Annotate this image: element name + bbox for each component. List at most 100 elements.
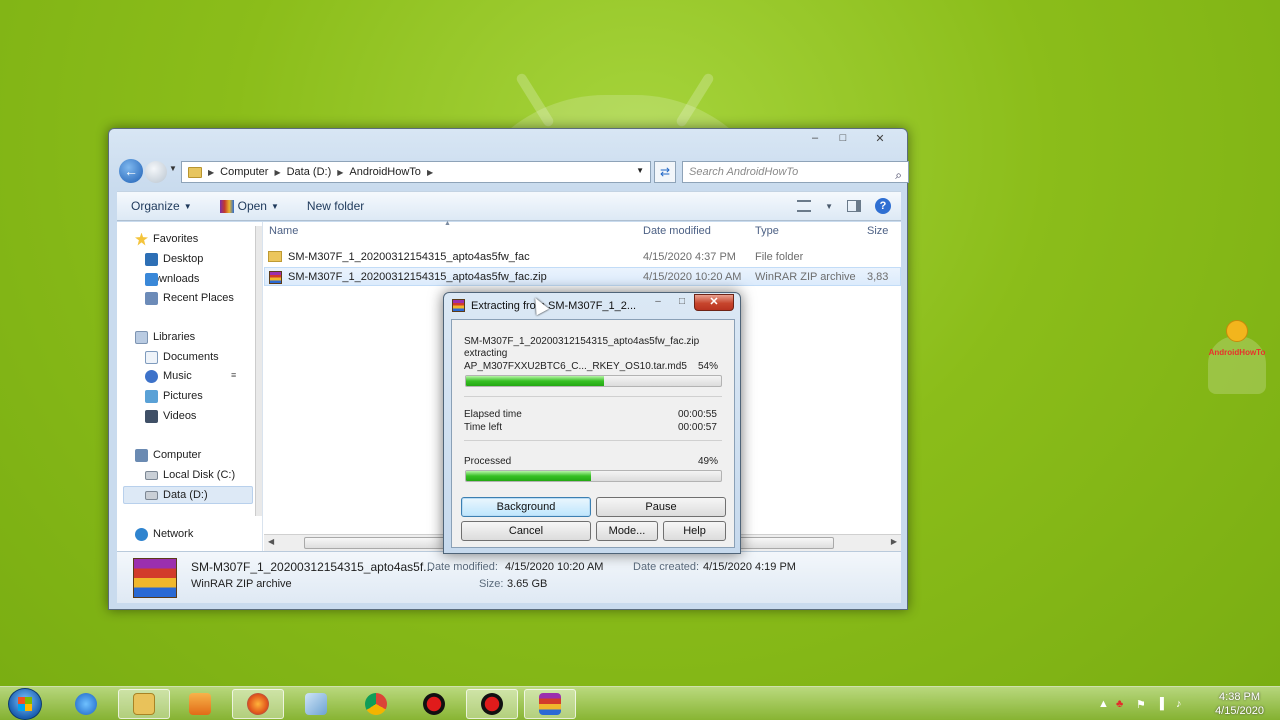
background-button[interactable]: Background (461, 497, 591, 517)
processed-percent: 49% (698, 456, 719, 467)
dialog-body: SM-M307F_1_20200312154315_apto4as5fw_fac… (451, 319, 735, 548)
separator (464, 440, 722, 441)
network-icon[interactable]: ▐ (1156, 698, 1164, 710)
chevron-down-icon[interactable]: ▼ (825, 202, 833, 211)
collapse-arrow-icon[interactable]: ≡ (231, 370, 236, 380)
details-date-created: 4/15/2020 4:19 PM (703, 561, 796, 573)
volume-icon[interactable]: ♪ (1176, 698, 1182, 710)
sidebar-item-music[interactable]: Music (145, 367, 192, 385)
sidebar-item-computer[interactable]: Computer (135, 446, 201, 464)
file-type: WinRAR ZIP archive (755, 271, 856, 283)
action-center-icon[interactable]: ⚑ (1136, 698, 1146, 711)
start-button[interactable] (8, 688, 42, 720)
organize-button[interactable]: Organize ▼ (117, 199, 206, 213)
open-button[interactable]: Open ▼ (206, 199, 293, 213)
navigation-scrollbar[interactable] (255, 226, 262, 516)
sidebar-item-network[interactable]: Network (135, 525, 193, 543)
sidebar-item-documents[interactable]: Documents (145, 348, 219, 366)
internet-explorer-button[interactable] (60, 689, 112, 719)
recorder-2-button[interactable] (466, 689, 518, 719)
notepad-button[interactable] (290, 689, 342, 719)
address-bar[interactable]: ▶ Computer ▶ Data (D:) ▶ AndroidHowTo ▶ … (181, 161, 651, 183)
change-view-icon[interactable] (797, 200, 812, 212)
scroll-left-icon[interactable]: ◀ (268, 537, 274, 546)
view-controls: ▼ ? (797, 198, 901, 214)
sidebar-item-recent-places[interactable]: Recent Places (145, 289, 234, 307)
address-row: ← ▼ ▶ Computer ▶ Data (D:) ▶ AndroidHowT… (117, 159, 909, 185)
sidebar-item-local-disk[interactable]: Local Disk (C:) (145, 466, 235, 484)
breadcrumb-computer[interactable]: Computer (220, 166, 268, 178)
winrar-icon (539, 693, 561, 715)
sidebar-item-desktop[interactable]: Desktop (145, 250, 203, 268)
breadcrumb-androidhowto[interactable]: AndroidHowTo (349, 166, 421, 178)
scroll-right-icon[interactable]: ▶ (891, 537, 897, 546)
sidebar-label: Favorites (153, 233, 199, 245)
sort-arrow-icon: ▲ (444, 220, 451, 227)
taskbar: ▲ ♣ ⚑ ▐ ♪ 4:38 PM 4/15/2020 (0, 686, 1280, 720)
refresh-button[interactable]: ⇄ (654, 161, 676, 183)
file-row-selected[interactable]: SM-M307F_1_20200312154315_apto4as5fw_fac… (264, 267, 901, 286)
firefox-icon (247, 693, 269, 715)
mode-button[interactable]: Mode... (596, 521, 658, 541)
column-header-name[interactable]: Name (269, 225, 298, 241)
preview-pane-icon[interactable] (847, 200, 861, 212)
file-date: 4/15/2020 10:20 AM (643, 271, 742, 283)
forward-button[interactable] (145, 161, 167, 183)
help-button[interactable]: Help (663, 521, 726, 541)
back-button[interactable]: ← (119, 159, 143, 183)
sidebar-item-libraries[interactable]: Libraries (135, 328, 195, 346)
media-player-button[interactable] (174, 689, 226, 719)
recent-pages-dropdown[interactable]: ▼ (169, 164, 177, 173)
minimize-button[interactable]: ‒ (801, 129, 829, 147)
sidebar-label: Computer (153, 449, 202, 461)
sidebar-item-data-drive[interactable]: Data (D:) (145, 486, 208, 504)
folder-icon (188, 166, 202, 178)
details-date-modified: 4/15/2020 10:20 AM (505, 561, 604, 573)
clock-date: 4/15/2020 (1215, 705, 1264, 717)
file-row[interactable]: SM-M307F_1_20200312154315_apto4as5fw_fac… (264, 248, 901, 267)
pause-button[interactable]: Pause (596, 497, 726, 517)
winrar-button[interactable] (524, 689, 576, 719)
sidebar-label: Videos (163, 410, 197, 422)
star-icon (135, 232, 148, 246)
chevron-down-icon: ▼ (270, 201, 279, 211)
clock-time: 4:38 PM (1219, 691, 1261, 703)
dialog-maximize-button[interactable]: □ (670, 294, 694, 310)
show-hidden-icons-icon[interactable]: ▲ (1098, 698, 1109, 710)
chrome-button[interactable] (350, 689, 402, 719)
column-header-size[interactable]: Size (867, 225, 888, 241)
column-header-type[interactable]: Type (755, 225, 779, 241)
extraction-dialog: Extracting from SM-M307F_1_2... ‒ □ ✕ SM… (443, 292, 741, 554)
chevron-right-icon: ▶ (426, 167, 434, 177)
chevron-right-icon: ▶ (208, 167, 215, 177)
recorder-button[interactable] (408, 689, 460, 719)
column-header-date-modified[interactable]: Date modified (643, 225, 711, 241)
cancel-button[interactable]: Cancel (461, 521, 591, 541)
breadcrumb-data-drive[interactable]: Data (D:) (287, 166, 332, 178)
clock[interactable]: 4:38 PM 4/15/2020 (1215, 690, 1264, 718)
address-dropdown-icon[interactable]: ▼ (636, 166, 644, 175)
search-icon[interactable]: ⌕ (895, 165, 902, 185)
search-input[interactable]: Search AndroidHowTo ⌕ (682, 161, 909, 183)
winrar-icon (452, 299, 465, 312)
file-explorer-button[interactable] (118, 689, 170, 719)
details-date-modified-label: Date modified: (427, 561, 498, 573)
sidebar-label: Recent Places (163, 292, 234, 304)
sidebar-label: Documents (163, 351, 219, 363)
close-button[interactable]: ✕ (857, 129, 903, 147)
dialog-close-button[interactable]: ✕ (694, 294, 734, 311)
sidebar-item-downloads[interactable]: Downloads (145, 270, 199, 288)
dialog-minimize-button[interactable]: ‒ (646, 294, 670, 310)
sidebar-label: Music (163, 370, 192, 382)
new-folder-label: New folder (306, 199, 365, 213)
pictures-icon (145, 389, 158, 403)
sidebar-item-videos[interactable]: Videos (145, 407, 196, 425)
maximize-button[interactable]: □ (829, 129, 857, 147)
firefox-button[interactable] (232, 689, 284, 719)
help-icon[interactable]: ? (875, 198, 891, 214)
details-size: 3.65 GB (507, 578, 548, 590)
sidebar-item-favorites[interactable]: Favorites (135, 230, 198, 248)
sidebar-item-pictures[interactable]: Pictures (145, 387, 203, 405)
new-folder-button[interactable]: New folder (293, 199, 378, 213)
adobe-icon[interactable]: ♣ (1116, 698, 1123, 710)
